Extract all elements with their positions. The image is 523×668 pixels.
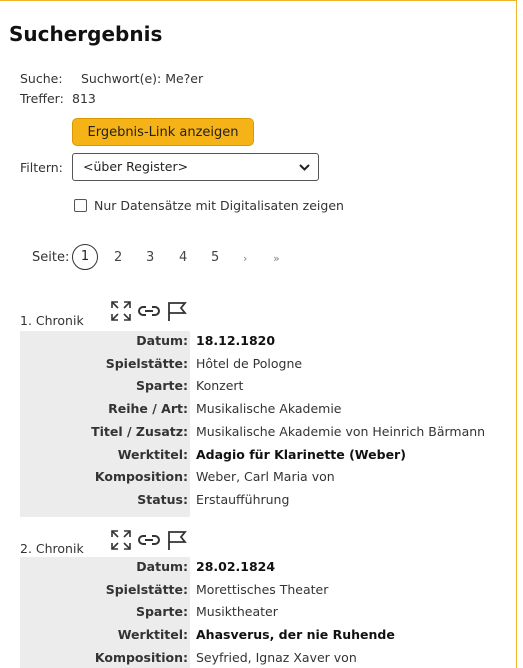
result-link-button[interactable]: Ergebnis-Link anzeigen (72, 118, 254, 146)
field-value: Morettisches Theater (196, 581, 329, 597)
link-icon[interactable] (137, 529, 161, 551)
digital-only-label: Nur Datensätze mit Digitalisaten zeigen (94, 198, 344, 213)
page-link[interactable]: 5 (211, 250, 219, 265)
field-value: 18.12.1820 (196, 333, 276, 348)
field-name: Datum: (136, 333, 188, 348)
flag-icon[interactable] (166, 300, 188, 322)
field-value: 28.02.1824 (196, 559, 276, 574)
search-value: Suchwort(e): Me?er (81, 71, 204, 86)
field-name: Werktitel: (117, 446, 188, 462)
field-value: Hôtel de Pologne (196, 355, 303, 371)
field-value: Musikalische Akademie von Heinrich Bärma… (196, 423, 486, 439)
expand-icon[interactable] (110, 529, 132, 551)
last-page-link[interactable]: » (273, 252, 280, 265)
field-name: Titel / Zusatz: (91, 423, 188, 439)
search-label: Suche: (20, 71, 63, 86)
filter-select[interactable]: <über Register> (72, 153, 319, 181)
filter-label: Filtern: (20, 160, 63, 175)
field-value: Weber, Carl Maria von (196, 469, 335, 485)
pagination-label: Seite: (32, 250, 70, 265)
chevron-down-icon (299, 154, 310, 190)
hits-value: 813 (72, 91, 96, 106)
field-value: Seyfried, Ignaz Xaver von (196, 649, 357, 665)
field-value: Musiktheater (196, 604, 278, 620)
field-name: Werktitel: (117, 627, 188, 643)
field-value: Konzert (196, 378, 244, 394)
next-page-link[interactable]: › (243, 252, 247, 265)
page-link[interactable]: 4 (179, 250, 187, 265)
record-label: 2. Chronik (20, 541, 84, 556)
hits-label: Treffer: (20, 91, 64, 106)
page-link[interactable]: 2 (114, 250, 122, 265)
field-value: Ahasverus, der nie Ruhende (196, 627, 395, 643)
expand-icon[interactable] (110, 300, 132, 322)
field-name: Datum: (136, 559, 188, 574)
field-name: Spielstätte: (105, 355, 188, 371)
field-value: Musikalische Akademie (196, 401, 342, 417)
page-title: Suchergebnis (9, 22, 163, 46)
page-current[interactable]: 1 (72, 244, 98, 270)
filter-selected-value: <über Register> (83, 159, 189, 174)
field-name: Sparte: (135, 378, 188, 394)
field-name: Komposition: (94, 649, 188, 665)
field-name: Sparte: (135, 604, 188, 620)
field-name: Reihe / Art: (108, 401, 188, 417)
link-icon[interactable] (137, 300, 161, 322)
record-label: 1. Chronik (20, 313, 84, 328)
field-name: Status: (137, 491, 188, 507)
flag-icon[interactable] (166, 529, 188, 551)
field-value: Erstaufführung (196, 491, 290, 507)
page-link[interactable]: 3 (146, 250, 154, 265)
field-name: Spielstätte: (105, 581, 188, 597)
digital-only-checkbox[interactable] (74, 199, 87, 212)
field-value: Adagio für Klarinette (Weber) (196, 446, 406, 462)
field-name: Komposition: (94, 469, 188, 485)
